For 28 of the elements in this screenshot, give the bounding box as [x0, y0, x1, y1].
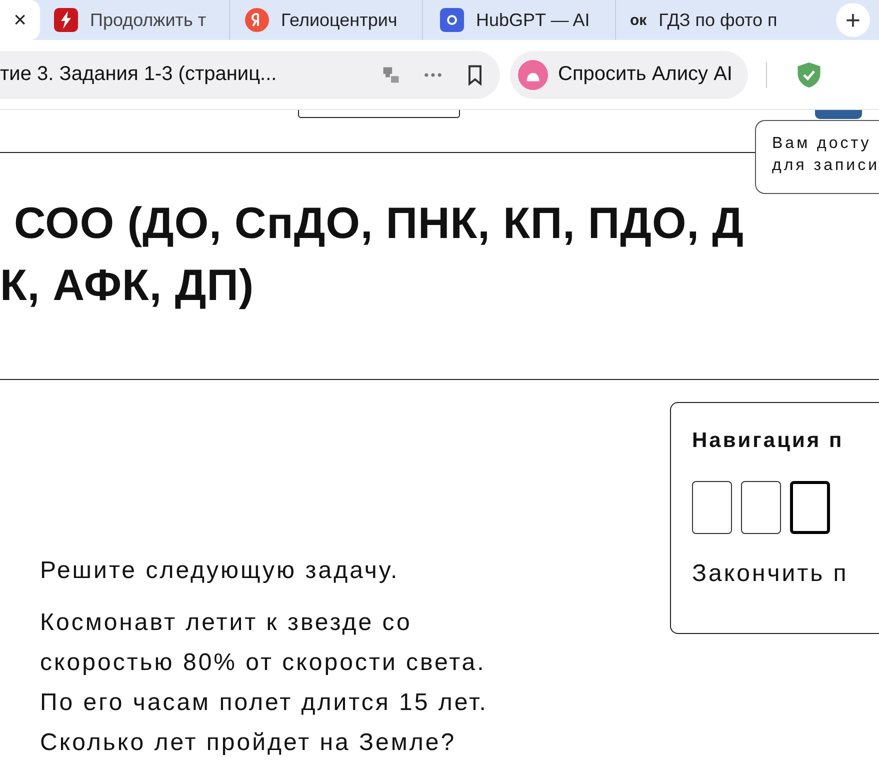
close-icon[interactable]: ×	[14, 7, 26, 33]
page-heading: К, АФК, ДП)	[0, 260, 255, 312]
tab-title: Гелиоцентрич	[281, 10, 398, 30]
finish-link[interactable]: Закончить п	[692, 560, 848, 588]
letter-logo-icon	[245, 8, 269, 32]
tab-title: HubGPT — AI	[476, 10, 590, 30]
address-bar[interactable]: тие 3. Задания 1-3 (страниц...	[0, 50, 500, 98]
browser-tab[interactable]: ×	[0, 0, 40, 40]
tab-title: Продолжить т	[90, 10, 206, 30]
question-text: Космонавт летит к звезде со скоростью 80% от скорости света. По его часам полет длится 15 лет. Сколько лет пройдет на Земле?	[40, 608, 488, 758]
circle-logo-icon	[440, 8, 464, 32]
lightning-icon	[54, 8, 78, 32]
question-prompt: Решите следующую задачу.	[40, 557, 400, 585]
page-title: тие 3. Задания 1-3 (страниц...	[0, 63, 277, 86]
tooltip-text: для записи	[772, 156, 879, 176]
header-button[interactable]	[815, 110, 862, 119]
browser-tab[interactable]: ок ГДЗ по фото п	[616, 0, 814, 40]
navigation-title: Навигация п	[692, 429, 845, 453]
site-logo: ок	[630, 12, 647, 28]
tab-title: ГДЗ по фото п	[658, 10, 778, 30]
question-nav-button[interactable]	[790, 481, 830, 534]
page-heading: СОО (ДО, СпДО, ПНК, КП, ПДО, Д	[13, 198, 746, 250]
outlined-button[interactable]	[298, 110, 460, 118]
alice-button[interactable]: Спросить Алису AI	[510, 50, 748, 98]
question-nav-button[interactable]	[741, 481, 781, 534]
tooltip-text: Вам досту	[772, 134, 872, 154]
new-tab-button[interactable]: +	[836, 3, 870, 37]
question-nav-button[interactable]	[692, 481, 732, 534]
